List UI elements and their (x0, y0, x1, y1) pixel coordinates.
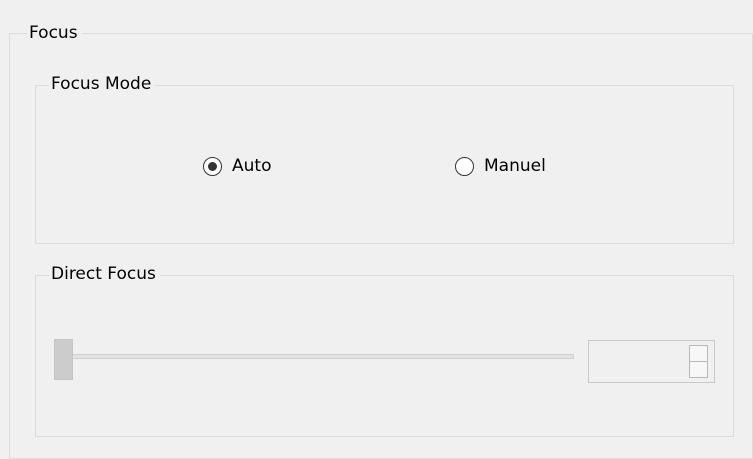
radio-unchecked-icon (455, 156, 474, 176)
manuel-radio-label: Manuel (484, 156, 546, 176)
spin-up-icon[interactable] (689, 345, 708, 362)
spin-buttons (689, 345, 708, 378)
focus-mode-groupbox (35, 85, 734, 244)
radio-dot (208, 161, 217, 171)
manuel-radio[interactable]: Manuel (455, 156, 546, 176)
direct-focus-slider-thumb[interactable] (54, 339, 73, 380)
focus-group-title: Focus (27, 23, 82, 43)
focus-mode-group-title: Focus Mode (49, 74, 156, 94)
auto-radio[interactable]: Auto (203, 156, 271, 176)
direct-focus-slider-track[interactable] (56, 354, 574, 359)
direct-focus-group-title: Direct Focus (49, 264, 160, 284)
spin-down-icon[interactable] (689, 362, 708, 378)
auto-radio-label: Auto (232, 156, 272, 176)
radio-checked-icon (203, 156, 222, 176)
direct-focus-spinbox[interactable] (588, 340, 715, 383)
focus-panel: Focus Focus Mode Auto Manuel Direct Focu… (0, 0, 753, 459)
